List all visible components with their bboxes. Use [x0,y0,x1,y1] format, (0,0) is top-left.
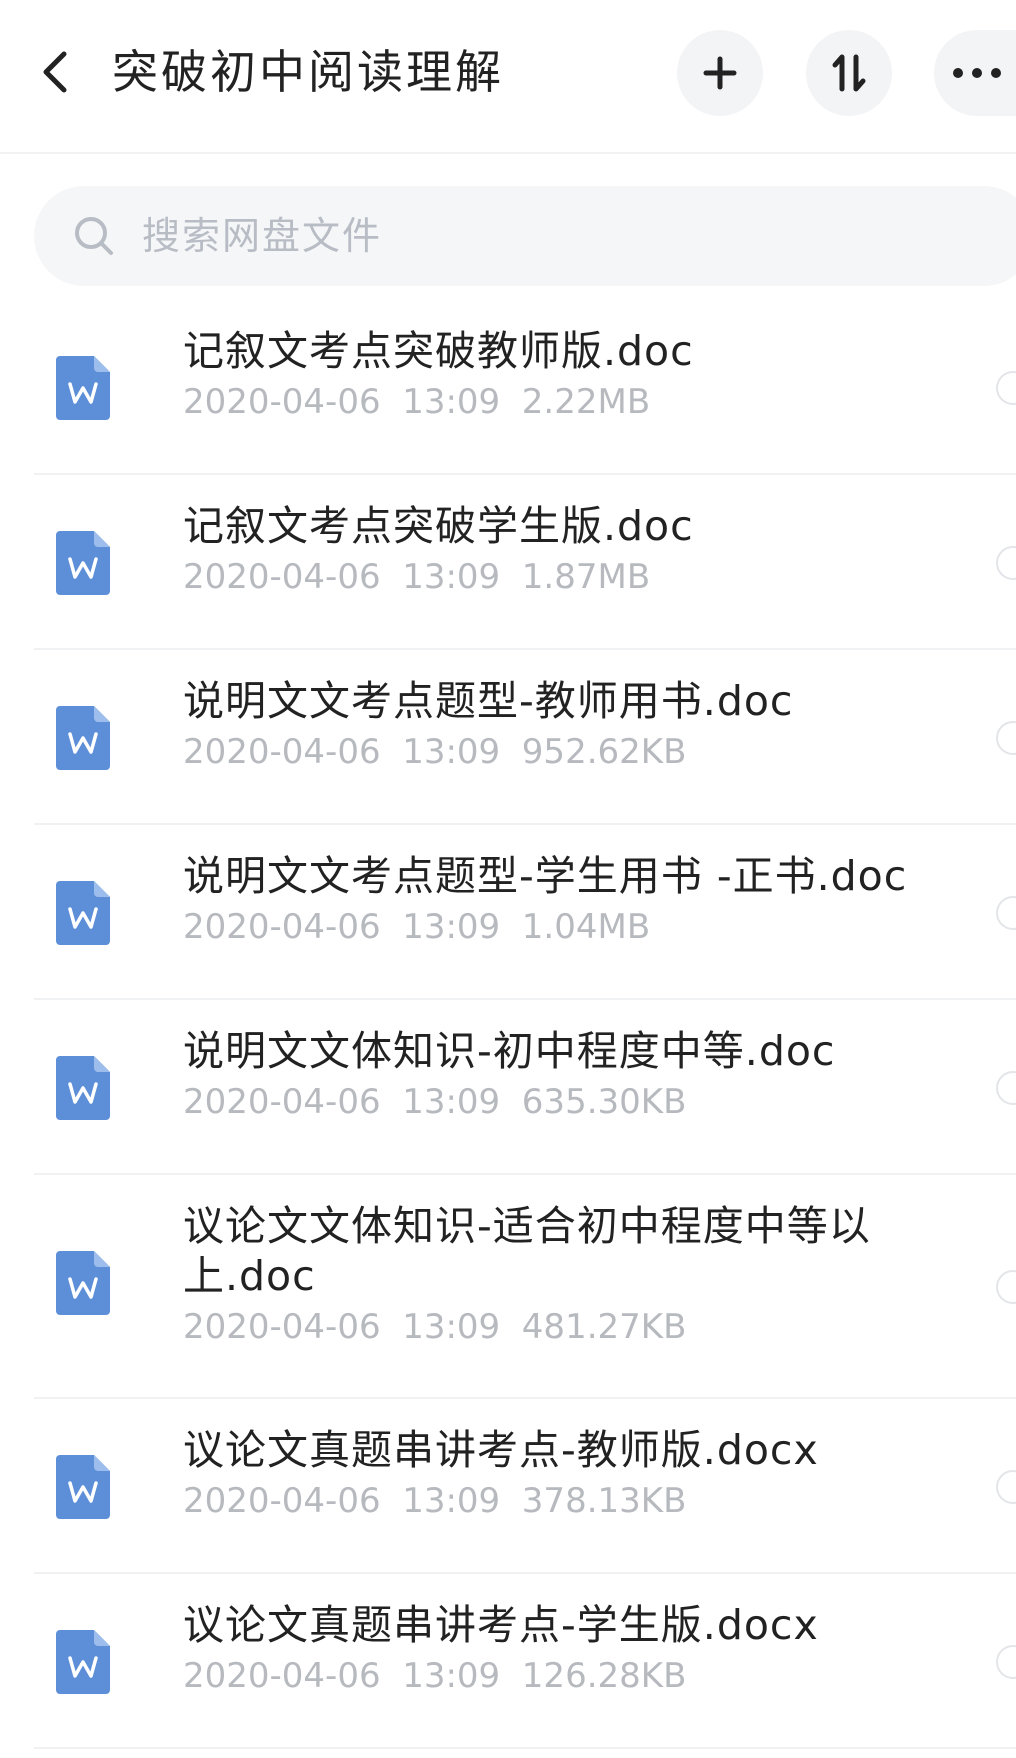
file-row[interactable]: 议论文真题串讲考点-学生版.docx 2020-04-06 13:09 126.… [0,1574,1016,1749]
file-row[interactable]: 议论文真题串讲考点-教师版.docx 2020-04-06 13:09 378.… [0,1399,1016,1574]
select-checkbox[interactable] [996,1469,1016,1504]
file-info: 说明文文考点题型-教师用书.doc 2020-04-06 13:09 952.6… [183,676,963,774]
file-meta: 2020-04-06 13:09 1.87MB [183,557,651,597]
back-button[interactable] [30,36,80,108]
word-file-icon [56,355,110,420]
header-divider [0,152,1016,154]
word-file-icon [56,705,110,770]
file-row[interactable]: 记叙文考点突破学生版.doc 2020-04-06 13:09 1.87MB [0,475,1016,650]
word-file-icon [56,1454,110,1519]
file-meta: 2020-04-06 13:09 952.62KB [183,732,687,772]
file-name: 说明文文考点题型-学生用书 -正书.doc [183,852,908,900]
file-row[interactable]: 记叙文考点突破教师版.doc 2020-04-06 13:09 2.22MB [0,300,1016,475]
file-meta: 2020-04-06 13:09 378.13KB [183,1481,687,1521]
file-name: 议论文真题串讲考点-学生版.docx [183,1601,819,1649]
select-checkbox[interactable] [996,1644,1016,1679]
search-bar[interactable] [34,186,1016,286]
file-row[interactable]: 说明文文考点题型-学生用书 -正书.doc 2020-04-06 13:09 1… [0,825,1016,1000]
select-checkbox[interactable] [996,370,1016,405]
chevron-left-icon [43,51,67,93]
file-info: 说明文文考点题型-学生用书 -正书.doc 2020-04-06 13:09 1… [183,851,963,949]
add-button[interactable] [677,30,763,116]
file-name: 议论文真题串讲考点-教师版.docx [183,1426,819,1474]
search-icon [68,210,120,262]
file-meta: 2020-04-06 13:09 2.22MB [183,382,651,422]
file-name: 说明文文考点题型-教师用书.doc [183,677,794,725]
more-dots-icon [953,68,1001,78]
file-info: 记叙文考点突破学生版.doc 2020-04-06 13:09 1.87MB [183,501,963,599]
page-title: 突破初中阅读理解 [112,45,504,99]
word-file-icon [56,1629,110,1694]
file-info: 记叙文考点突破教师版.doc 2020-04-06 13:09 2.22MB [183,326,963,424]
header-bar: 突破初中阅读理解 [0,0,1016,150]
search-input[interactable] [140,213,844,259]
word-file-icon [56,530,110,595]
word-file-icon [56,880,110,945]
file-info: 议论文文体知识-适合初中程度中等以上.doc 2020-04-06 13:09 … [183,1201,883,1349]
word-file-icon [56,1055,110,1120]
select-checkbox[interactable] [996,720,1016,755]
sort-button[interactable] [806,30,892,116]
select-checkbox[interactable] [996,895,1016,930]
more-button[interactable] [934,30,1016,116]
sort-icon [832,54,866,92]
file-row[interactable]: 说明文文体知识-初中程度中等.doc 2020-04-06 13:09 635.… [0,1000,1016,1175]
file-meta: 2020-04-06 13:09 635.30KB [183,1082,687,1122]
file-meta: 2020-04-06 13:09 126.28KB [183,1656,687,1696]
file-info: 议论文真题串讲考点-学生版.docx 2020-04-06 13:09 126.… [183,1600,963,1698]
file-row[interactable]: 议论文文体知识-适合初中程度中等以上.doc 2020-04-06 13:09 … [0,1175,1016,1399]
file-info: 说明文文体知识-初中程度中等.doc 2020-04-06 13:09 635.… [183,1026,963,1124]
file-meta: 2020-04-06 13:09 1.04MB [183,907,651,947]
file-name: 议论文文体知识-适合初中程度中等以上.doc [183,1202,871,1300]
select-checkbox[interactable] [996,1270,1016,1304]
file-row[interactable]: 说明文文考点题型-教师用书.doc 2020-04-06 13:09 952.6… [0,650,1016,825]
select-checkbox[interactable] [996,545,1016,580]
file-meta: 2020-04-06 13:09 481.27KB [183,1307,687,1347]
file-name: 说明文文体知识-初中程度中等.doc [183,1027,836,1075]
file-list: 记叙文考点突破教师版.doc 2020-04-06 13:09 2.22MB 记… [0,300,1016,1749]
select-checkbox[interactable] [996,1070,1016,1105]
file-name: 记叙文考点突破教师版.doc [183,327,694,375]
file-info: 议论文真题串讲考点-教师版.docx 2020-04-06 13:09 378.… [183,1425,963,1523]
file-name: 记叙文考点突破学生版.doc [183,502,694,550]
word-file-icon [56,1250,110,1315]
plus-icon [703,56,737,90]
